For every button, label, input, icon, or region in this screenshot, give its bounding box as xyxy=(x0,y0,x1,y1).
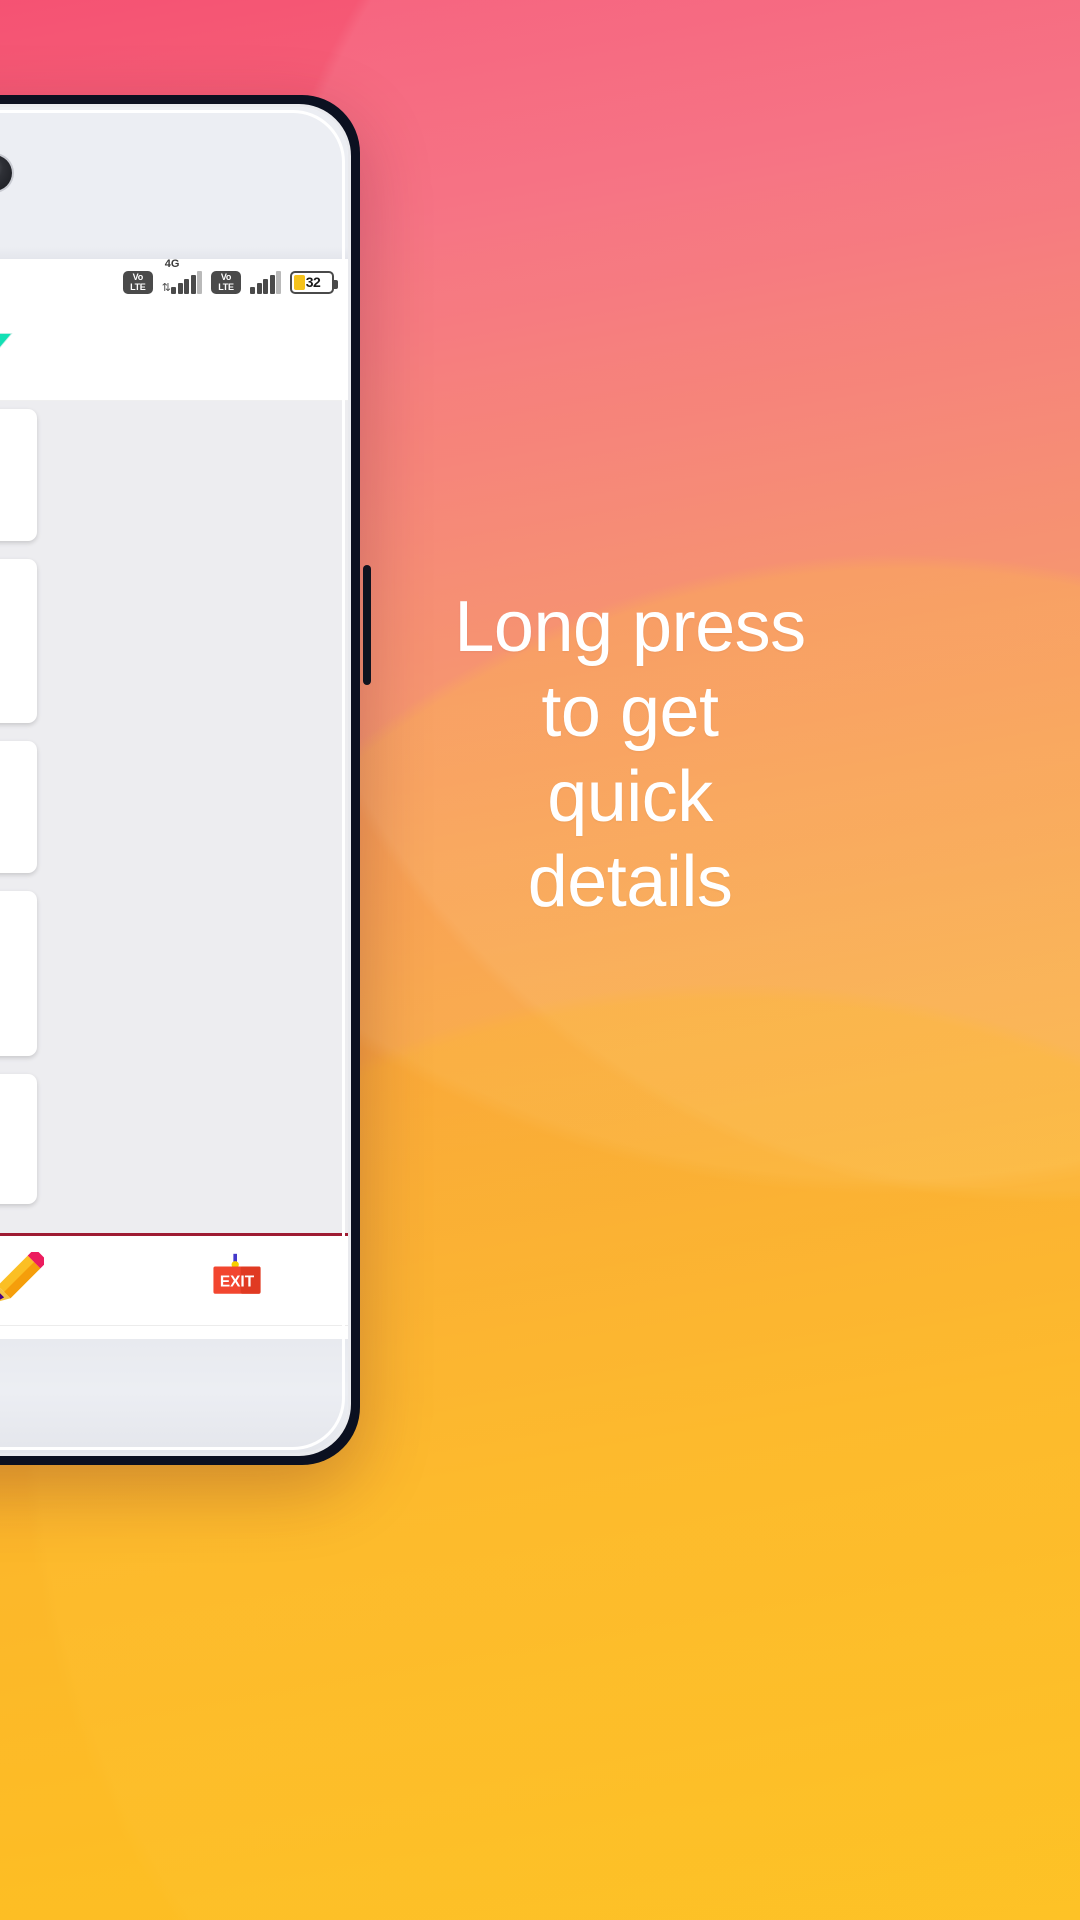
listing-timestamp: eb 11:34:45 AM xyxy=(0,1009,23,1040)
app-bottom-bar: EXIT xyxy=(0,1233,348,1325)
listing-title-line2: ncellation! xyxy=(0,791,23,823)
list-item[interactable]: OOM AVAILABLE GLE OCCUPANCY ton St, Aubu… xyxy=(0,891,37,1056)
list-item[interactable]: ng vacation? March ncellation! eb 12:06:… xyxy=(0,741,37,874)
power-button[interactable] xyxy=(363,565,371,685)
app-screen: Vo LTE 4G ⇅ Vo LTE 32 EXIT xyxy=(0,259,348,1339)
phone-body: Vo LTE 4G ⇅ Vo LTE 32 EXIT xyxy=(0,104,351,1456)
listing-title-line1: Property with xyxy=(0,1092,23,1124)
phone-mockup: Vo LTE 4G ⇅ Vo LTE 32 EXIT xyxy=(0,95,371,1465)
signal-bars-icon-1 xyxy=(171,270,202,294)
list-item[interactable]: n Special- New om Mobile Home alnut Stre… xyxy=(0,558,37,724)
signal-bars-icon-2 xyxy=(250,270,281,294)
volte-icon-2: Vo LTE xyxy=(211,270,241,294)
listing-title-line1: ng vacation? March xyxy=(0,759,23,791)
battery-icon: 32 xyxy=(290,270,338,294)
listing-address: ton St, Auburn) xyxy=(0,976,23,1006)
listing-title-line2: ! xyxy=(0,1123,23,1155)
volte-bottom-text-2: LTE xyxy=(218,281,234,292)
exit-button[interactable]: EXIT xyxy=(126,1252,348,1310)
exit-sign-icon: EXIT xyxy=(213,1253,261,1294)
promo-caption: Long press to get quick details xyxy=(380,585,880,925)
edit-button[interactable] xyxy=(0,1251,126,1310)
caption-line-2: to get xyxy=(541,671,719,752)
volte-top-text-1: Vo xyxy=(132,271,144,282)
listing-address: AL) xyxy=(0,1158,23,1188)
listing-timestamp: eb 12:06:46 PM xyxy=(0,826,23,857)
listing-timestamp: eb 05:57:32 PM xyxy=(0,493,23,524)
caption-line-4: details xyxy=(527,841,733,922)
data-arrows-icon: ⇅ xyxy=(161,282,171,294)
exit-label: EXIT xyxy=(220,1273,255,1290)
listing-list[interactable]: 0 LAKE WEDOWEE CRE WATERFRONT eb 05:57:3… xyxy=(0,401,348,1233)
caption-line-1: Long press xyxy=(454,587,806,667)
pencil-edit-icon xyxy=(0,1251,44,1301)
listing-title-line2: CRE WATERFRONT xyxy=(0,459,23,491)
listing-title-line2: om Mobile Home xyxy=(0,608,23,640)
listing-title-line1: 0 LAKE WEDOWEE xyxy=(0,427,23,459)
device-bottom-bezel xyxy=(0,1339,348,1453)
front-camera-icon xyxy=(0,155,12,191)
listing-title-line1: OOM AVAILABLE xyxy=(0,909,23,941)
volte-top-text-2: Vo xyxy=(220,271,232,282)
caption-line-3: quick xyxy=(547,756,713,837)
volte-bottom-text-1: LTE xyxy=(130,281,146,292)
list-item[interactable]: Property with ! AL) xyxy=(0,1073,37,1205)
listing-title-line1: n Special- New xyxy=(0,577,23,609)
list-item[interactable]: 0 LAKE WEDOWEE CRE WATERFRONT eb 05:57:3… xyxy=(0,409,37,541)
signal-group-1: 4G ⇅ xyxy=(161,259,202,294)
funnel-filter-icon xyxy=(0,332,13,348)
filter-button[interactable] xyxy=(0,314,28,392)
listing-timestamp: eb 12:11:15 PM xyxy=(0,676,23,707)
battery-percent-label: 32 xyxy=(305,274,321,290)
volte-icon-1: Vo LTE xyxy=(122,270,153,294)
listing-address: alnut Street, Opelika, AL) xyxy=(0,643,23,673)
network-type-label: 4G xyxy=(164,259,180,270)
device-top-bezel xyxy=(0,107,348,259)
app-toolbar xyxy=(0,305,348,401)
android-nav-bar xyxy=(0,1325,348,1339)
listing-title-line2: GLE OCCUPANCY xyxy=(0,941,23,973)
status-bar: Vo LTE 4G ⇅ Vo LTE 32 xyxy=(0,259,348,305)
promo-stage: Long press to get quick details Vo LTE 4… xyxy=(0,0,1080,1920)
